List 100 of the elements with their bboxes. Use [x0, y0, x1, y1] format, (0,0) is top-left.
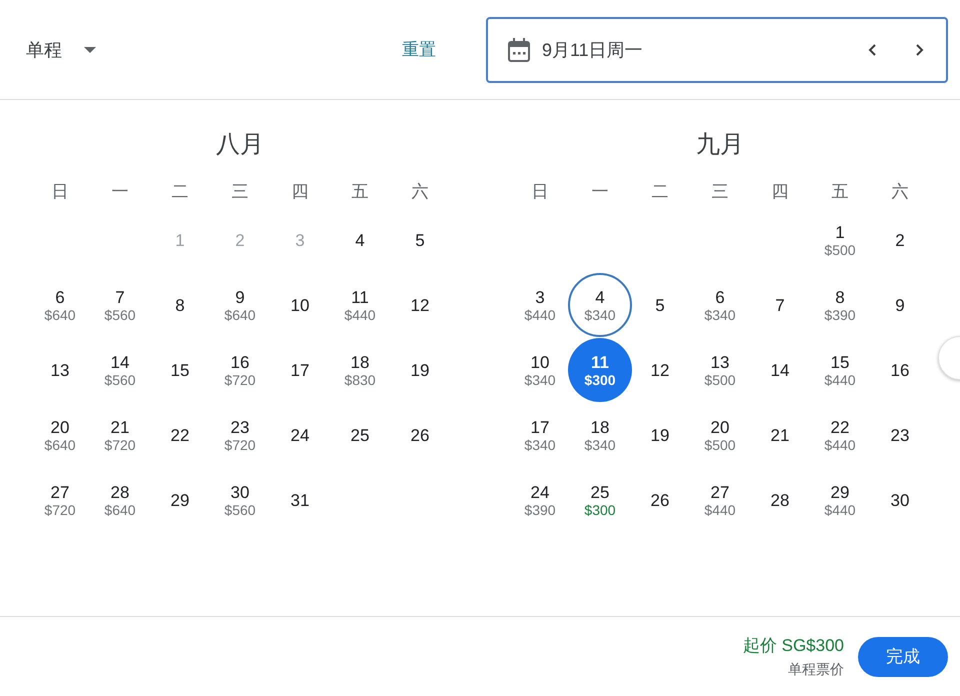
date-value: 9月11日周一: [542, 38, 644, 62]
calendar-day[interactable]: 4 $340: [568, 273, 632, 337]
day-number: 15: [830, 352, 850, 372]
day-price: $340: [524, 372, 556, 388]
weekday-label: 五: [832, 181, 848, 203]
day-number: 2: [895, 230, 905, 250]
day-number: 18: [350, 352, 370, 372]
day-number: 18: [590, 418, 610, 436]
price-note: 单程票价: [788, 661, 844, 679]
day-price: $440: [824, 502, 856, 518]
day-number: 26: [650, 490, 670, 510]
day-price: $300: [584, 502, 616, 518]
done-button[interactable]: 完成: [858, 636, 948, 676]
day-price: $440: [344, 306, 376, 322]
day-number: 25: [590, 482, 610, 502]
day-number: 16: [230, 352, 250, 372]
day-number: 7: [115, 288, 125, 306]
day-number: 25: [350, 426, 370, 444]
day-number: 17: [290, 360, 310, 380]
day-price: $640: [104, 502, 136, 518]
date-field[interactable]: 9月11日周一: [486, 16, 948, 82]
day-price: $720: [44, 502, 76, 518]
day-price: $340: [524, 436, 556, 452]
day-number: 8: [175, 296, 185, 314]
day-number: 20: [710, 418, 730, 436]
day-number: 21: [770, 426, 790, 444]
day-number: 12: [410, 296, 430, 314]
weekday-label: 二: [172, 181, 188, 203]
day-number: 10: [290, 296, 310, 314]
weekday-label: 五: [352, 181, 368, 203]
day-number: 17: [530, 418, 550, 436]
day-number: 3: [535, 288, 545, 306]
weekday-label: 日: [532, 181, 548, 203]
day-price: $640: [224, 306, 256, 322]
weekday-label: 三: [232, 181, 248, 203]
day-price: $390: [524, 502, 556, 518]
day-number: 14: [770, 360, 790, 380]
day-number: 13: [50, 360, 70, 380]
weekday-label: 三: [712, 181, 728, 203]
day-number: 1: [175, 230, 185, 250]
day-number: 5: [655, 296, 665, 314]
day-number: 31: [290, 490, 310, 510]
day-number: 19: [410, 360, 430, 380]
day-price: $440: [824, 436, 856, 452]
calendar-day[interactable]: 11 $300: [568, 338, 632, 402]
calendar-icon: [508, 38, 530, 62]
weekday-label: 六: [412, 181, 428, 203]
day-number: 22: [830, 418, 850, 436]
weekday-label: 日: [52, 181, 68, 203]
day-price: $640: [44, 306, 76, 322]
trip-type-dropdown[interactable]: 单程: [26, 38, 96, 62]
weekday-label: 一: [592, 181, 608, 203]
day-price: $390: [824, 306, 856, 322]
caret-icon: [84, 46, 96, 52]
month-title: 八月: [216, 130, 264, 160]
day-price: $640: [44, 436, 76, 452]
day-number: 26: [410, 426, 430, 444]
day-number: 14: [110, 352, 130, 372]
day-number: 28: [110, 482, 130, 502]
day-price: $440: [704, 502, 736, 518]
day-number: 7: [775, 296, 785, 314]
day-number: 22: [170, 426, 190, 444]
day-number: 12: [650, 360, 670, 380]
day-number: 30: [890, 490, 910, 510]
day-number: 13: [710, 352, 730, 372]
weekday-label: 一: [112, 181, 128, 203]
weekday-label: 二: [652, 181, 668, 203]
day-number: 29: [830, 482, 850, 502]
starting-price: 起价 SG$300: [742, 635, 844, 657]
day-number: 11: [351, 288, 369, 306]
day-price: $340: [704, 306, 736, 322]
reset-button[interactable]: 重置: [402, 34, 436, 65]
weekday-label: 四: [292, 181, 308, 203]
day-price: $720: [104, 436, 136, 452]
day-price: $340: [584, 306, 616, 322]
month-title: 九月: [696, 130, 744, 160]
day-number: 3: [295, 230, 305, 250]
day-number: 11: [591, 352, 609, 372]
day-number: 6: [715, 288, 725, 306]
day-number: 1: [835, 222, 845, 242]
day-number: 9: [895, 296, 905, 314]
day-number: 30: [230, 482, 250, 502]
day-number: 4: [595, 288, 605, 306]
day-number: 27: [50, 482, 70, 502]
day-number: 6: [55, 288, 65, 306]
day-number: 8: [835, 288, 845, 306]
day-number: 15: [170, 360, 190, 380]
day-number: 10: [530, 352, 550, 372]
day-number: 4: [355, 230, 365, 250]
day-number: 23: [890, 426, 910, 444]
day-price: $720: [224, 372, 256, 388]
day-number: 23: [230, 418, 250, 436]
weekday-label: 四: [772, 181, 788, 203]
day-price: $500: [704, 372, 736, 388]
day-price: $560: [104, 372, 136, 388]
day-price: $500: [704, 436, 736, 452]
day-price: $560: [224, 502, 256, 518]
day-number: 24: [530, 482, 550, 502]
day-number: 28: [770, 490, 790, 510]
day-price: $560: [104, 306, 136, 322]
